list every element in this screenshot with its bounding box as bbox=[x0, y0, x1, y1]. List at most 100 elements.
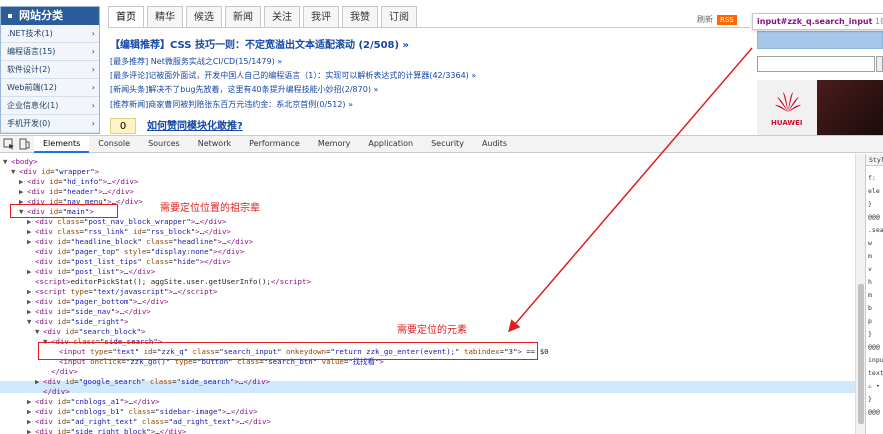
collapse-triangle-icon[interactable]: ▶ bbox=[19, 177, 27, 187]
dom-node[interactable]: ▶ <div id="ad_right_text" class="ad_right… bbox=[27, 417, 271, 427]
tooltip-selector: input#zzk_q.search_input bbox=[757, 17, 873, 26]
collapse-triangle-icon[interactable]: ▶ bbox=[27, 307, 35, 317]
dom-node[interactable]: ▶ <div id="cnblogs_b1" class="sidebar-ima… bbox=[27, 407, 258, 417]
nav-item[interactable]: 编程语言(15) › bbox=[1, 43, 99, 61]
dom-node[interactable]: ▶ <div id="side_nav">…</div> bbox=[27, 307, 151, 317]
site-tab[interactable]: 候选 bbox=[186, 6, 222, 28]
chevron-right-icon: › bbox=[91, 47, 95, 56]
scrollbar-thumb[interactable] bbox=[858, 284, 864, 424]
post-link[interactable]: [最多推荐] Net微服务实战之CI/CD(15/1479) » bbox=[110, 56, 282, 67]
nav-header: 网站分类 bbox=[1, 7, 99, 25]
dom-node[interactable]: </div> bbox=[35, 387, 70, 397]
devtools-tab[interactable]: Audits bbox=[473, 136, 516, 153]
dom-tree-scrollbar[interactable] bbox=[855, 154, 865, 434]
devtools-tab[interactable]: Security bbox=[422, 136, 473, 153]
styles-tab[interactable]: Styl bbox=[866, 154, 883, 166]
site-tab[interactable]: 我评 bbox=[303, 6, 339, 28]
dom-node-markup: <body> bbox=[11, 157, 38, 166]
style-rule-line: p bbox=[868, 317, 872, 325]
dom-node[interactable]: <script>editorPickStat(); aggSite.user.g… bbox=[27, 277, 311, 287]
devtools-tab[interactable]: Performance bbox=[240, 136, 309, 153]
style-rule-line: v bbox=[868, 265, 872, 273]
dom-node[interactable]: ▶ <script type="text/javascript">…</scrip… bbox=[27, 287, 217, 297]
style-rule-line: text bbox=[868, 369, 883, 377]
dom-node[interactable]: ▶ <div class="post_nav_block_wrapper">…</… bbox=[27, 217, 226, 227]
devtools-tab[interactable]: Sources bbox=[139, 136, 189, 153]
dom-node-markup: <div id="cnblogs_b1" class="sidebar-imag… bbox=[35, 407, 258, 416]
dom-node[interactable]: <div id="post_list_tips" class="hide"></… bbox=[27, 257, 231, 267]
styles-pane: Styl f:ele}@@@.seawmvhmbp}@@@inputext⚠ •… bbox=[865, 154, 883, 434]
post-link[interactable]: [新闻头条]解决不了bug先放着，这里有40条提升编程技能小妙招(2/870) … bbox=[110, 84, 378, 95]
device-toolbar-icon[interactable] bbox=[18, 138, 30, 150]
dom-node[interactable]: ▶ <div id="post_list">…</div> bbox=[27, 267, 155, 277]
nav-item[interactable]: 手机开发(0) › bbox=[1, 115, 99, 133]
dom-node[interactable]: ▶ <div id="cnblogs_a1">…</div> bbox=[27, 397, 160, 407]
collapse-triangle-icon[interactable]: ▶ bbox=[27, 217, 35, 227]
collapse-triangle-icon[interactable]: ▶ bbox=[27, 287, 35, 297]
dom-node[interactable]: ▶ <div id="pager_bottom">…</div> bbox=[27, 297, 169, 307]
devtools-tab[interactable]: Elements bbox=[34, 136, 90, 153]
nav-item[interactable]: 企业信息化(1) › bbox=[1, 97, 99, 115]
elements-dom-tree[interactable]: <html>▼<body>▼<div id="wrapper">▶<div id… bbox=[0, 154, 855, 434]
dom-node[interactable]: <div id="pager_top" style="display:none"… bbox=[27, 247, 244, 257]
refresh-link[interactable]: 刷新 bbox=[697, 14, 713, 25]
collapse-triangle-icon[interactable]: ▶ bbox=[27, 297, 35, 307]
question-link[interactable]: 如何赞同模块化敢推? bbox=[147, 117, 243, 132]
site-tab[interactable]: 首页 bbox=[108, 6, 144, 28]
rss-badge[interactable]: RSS bbox=[717, 14, 737, 25]
nav-item[interactable]: .NET技术(1) › bbox=[1, 25, 99, 43]
expand-triangle-icon[interactable]: ▼ bbox=[35, 327, 43, 337]
dom-node[interactable]: ▼ <div id="search_block"> bbox=[35, 327, 145, 337]
site-tab[interactable]: 精华 bbox=[147, 6, 183, 28]
search-button[interactable] bbox=[876, 56, 883, 72]
devtools-tab[interactable]: Console bbox=[89, 136, 139, 153]
site-category-nav: 网站分类 .NET技术(1) › 编程语言(15) › 软件设计(2) › Web前端(12… bbox=[0, 6, 100, 134]
dom-node[interactable]: ▶ <div class="rss_link" id="rss_block">…<… bbox=[27, 227, 231, 237]
dom-node[interactable]: </div> bbox=[43, 367, 78, 377]
style-rule-line: .sea bbox=[868, 226, 883, 234]
dom-node[interactable]: ▶ <div id="google_search" class="side_sea… bbox=[35, 377, 270, 387]
tabs-divider bbox=[108, 27, 750, 28]
huawei-ad[interactable]: HUAWEI bbox=[757, 80, 883, 135]
site-tab[interactable]: 我赞 bbox=[342, 6, 378, 28]
dom-node[interactable]: ▼ <body> bbox=[3, 157, 38, 167]
devtools-tab[interactable]: Network bbox=[189, 136, 240, 153]
dom-node[interactable]: ▶ <div id="hd_info">…</div> bbox=[19, 177, 138, 187]
dom-node[interactable]: ▶ <div id="header">…</div> bbox=[19, 187, 134, 197]
collapse-triangle-icon[interactable]: ▶ bbox=[27, 397, 35, 407]
headline-link[interactable]: 【编辑推荐】CSS 技巧一则：不定宽溢出文本适配滚动 (2/508) » bbox=[110, 36, 409, 51]
site-tab[interactable]: 关注 bbox=[264, 6, 300, 28]
chevron-right-icon: › bbox=[91, 29, 95, 38]
collapse-triangle-icon[interactable]: ▶ bbox=[27, 227, 35, 237]
collapse-triangle-icon[interactable]: ▶ bbox=[27, 267, 35, 277]
expand-triangle-icon[interactable]: ▼ bbox=[27, 317, 35, 327]
dom-node-markup: <div id="pager_top" style="display:none"… bbox=[35, 247, 245, 256]
post-link[interactable]: [推荐新闻]商家曹同被判赔张东百万元违约金：系北京首例(0/512) » bbox=[110, 99, 353, 110]
collapse-triangle-icon[interactable]: ▶ bbox=[27, 237, 35, 247]
collapse-triangle-icon[interactable]: ▶ bbox=[27, 417, 35, 427]
dom-node[interactable]: ▶ <div id="headline_block" class="headlin… bbox=[27, 237, 253, 247]
expand-triangle-icon[interactable]: ▼ bbox=[11, 167, 19, 177]
nav-item[interactable]: 软件设计(2) › bbox=[1, 61, 99, 79]
site-tabs: 首页 精华 候选 新闻 关注 我评 我赞 订阅 bbox=[108, 6, 417, 28]
nav-item[interactable]: Web前端(12) › bbox=[1, 79, 99, 97]
collapse-triangle-icon[interactable]: ▶ bbox=[19, 187, 27, 197]
collapse-triangle-icon[interactable]: ▶ bbox=[27, 407, 35, 417]
site-tab[interactable]: 新闻 bbox=[225, 6, 261, 28]
devtools-toolbar: Elements Console Sources Network Performance… bbox=[0, 136, 883, 153]
site-tab[interactable]: 订阅 bbox=[381, 6, 417, 28]
huawei-wordmark: HUAWEI bbox=[771, 119, 803, 127]
expand-triangle-icon[interactable]: ▼ bbox=[3, 157, 11, 167]
dom-node-markup: <div id="post_list_tips" class="hide"></… bbox=[35, 257, 231, 266]
post-link[interactable]: [最多评论]记被面外面试，开发中国人自己的编程语言（1）：实现可以解析表达式的计… bbox=[110, 70, 476, 81]
web-page-viewport: 网站分类 .NET技术(1) › 编程语言(15) › 软件设计(2) › Web前端(12… bbox=[0, 0, 883, 135]
search-input[interactable] bbox=[757, 56, 875, 72]
ad-image bbox=[817, 80, 883, 135]
collapse-triangle-icon[interactable]: ▶ bbox=[35, 377, 43, 387]
dom-node-markup: <div id="headline_block" class="headline… bbox=[35, 237, 254, 246]
devtools-tab[interactable]: Application bbox=[359, 136, 422, 153]
dom-node[interactable]: ▼ <div id="wrapper"> bbox=[11, 167, 99, 177]
dom-node[interactable]: ▼ <div id="side_right"> bbox=[27, 317, 128, 327]
inspect-element-icon[interactable] bbox=[3, 138, 15, 150]
devtools-tab[interactable]: Memory bbox=[309, 136, 360, 153]
